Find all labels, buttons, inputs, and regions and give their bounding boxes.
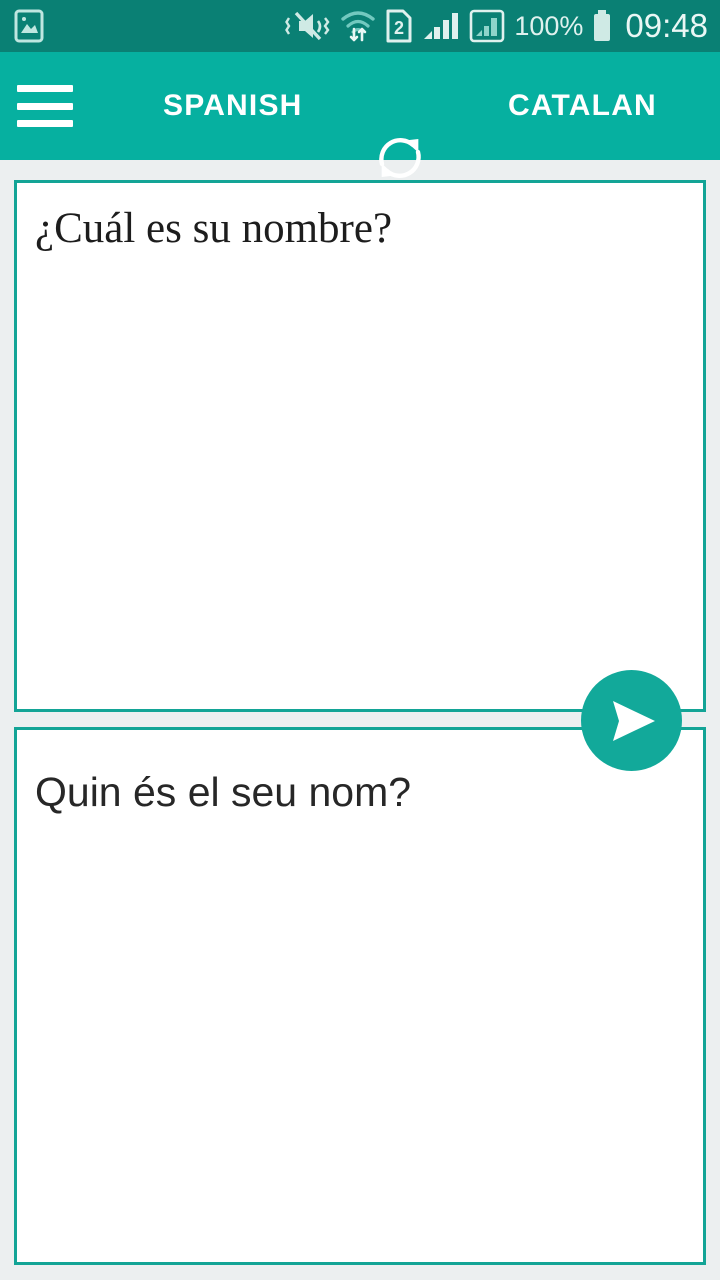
app-bar: SPANISH CATALAN xyxy=(0,52,720,178)
signal-bars-icon xyxy=(422,9,460,43)
status-bar-clock: 09:48 xyxy=(625,7,708,44)
swap-languages-icon[interactable] xyxy=(368,128,432,188)
target-text-card[interactable]: Quin és el seu nom? xyxy=(14,727,706,1265)
source-text-input[interactable]: ¿Cuál es su nombre? xyxy=(35,205,683,253)
send-paper-plane-icon xyxy=(612,700,655,741)
status-bar: 2 100% 09:48 xyxy=(0,0,720,52)
gallery-photo-icon xyxy=(14,9,44,43)
sim2-icon: 2 xyxy=(385,9,413,43)
send-button[interactable] xyxy=(581,670,682,771)
battery-icon xyxy=(592,9,612,43)
source-text-card[interactable]: ¿Cuál es su nombre? xyxy=(14,180,706,876)
translated-text: Quin és el seu nom? xyxy=(35,769,412,815)
vibrate-mute-icon xyxy=(285,9,331,43)
wifi-transfer-icon xyxy=(340,9,376,43)
target-language-button[interactable]: CATALAN xyxy=(508,89,657,123)
status-bar-notifications xyxy=(0,9,44,43)
source-language-button[interactable]: SPANISH xyxy=(163,89,303,123)
hamburger-menu-icon[interactable] xyxy=(17,85,73,127)
battery-percent-label: 100% xyxy=(514,10,584,41)
status-bar-system-icons: 2 100% 09:48 xyxy=(285,7,720,45)
signal-bars-secondary-icon xyxy=(469,9,505,43)
svg-text:2: 2 xyxy=(394,18,404,38)
translator-app-screen: 2 100% 09:48 SPANISH CATALAN ¿Cuál es su… xyxy=(0,0,720,1280)
